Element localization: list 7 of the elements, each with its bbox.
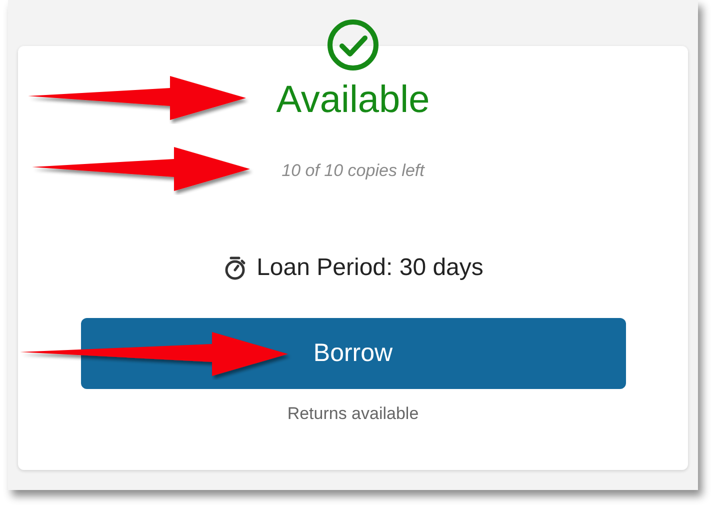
copies-left-text: 10 of 10 copies left (282, 160, 424, 182)
loan-period-text: Loan Period: 30 days (256, 253, 484, 283)
returns-note: Returns available (287, 404, 419, 424)
availability-status: Available (276, 78, 430, 122)
borrow-button[interactable]: Borrow (80, 318, 626, 389)
stopwatch-icon (222, 255, 247, 281)
check-circle-icon (326, 18, 380, 72)
